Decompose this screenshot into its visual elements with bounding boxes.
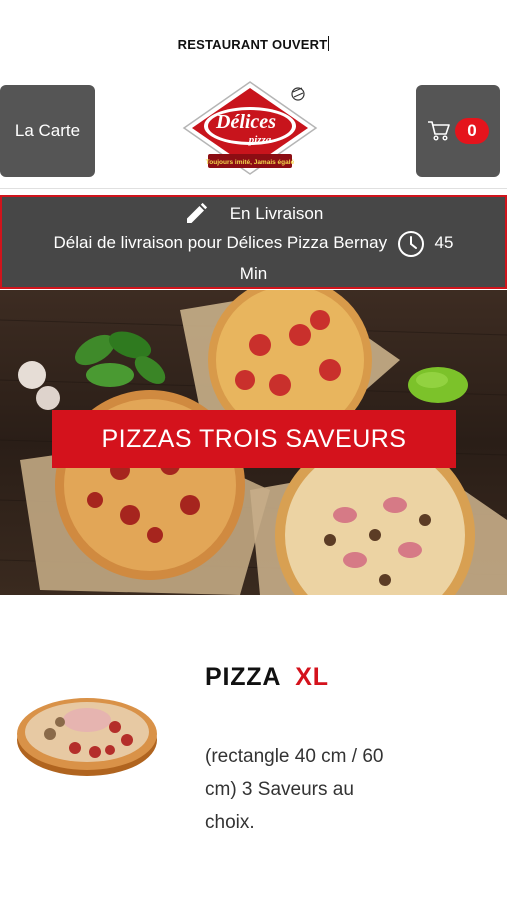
delivery-delay-text: Délai de livraison pour Délices Pizza Be…: [53, 233, 388, 252]
delices-pizza-logo[interactable]: Délices pizza Toujours imité, Jamais éga…: [180, 80, 320, 180]
product-title: PIZZA XL: [205, 663, 329, 692]
restaurant-status: RESTAURANT OUVERT: [0, 36, 507, 52]
delivery-mode: En Livraison: [229, 204, 324, 223]
menu-button-label: La Carte: [14, 121, 81, 140]
text-caret: [328, 36, 330, 51]
cart-icon: [428, 121, 450, 141]
hero-banner[interactable]: PIZZAS TROIS SAVEURS: [52, 410, 456, 468]
logo-sub: pizza: [248, 134, 272, 146]
product-size: XL: [295, 663, 329, 691]
basil-leaves: [75, 331, 166, 387]
green-pepper: [408, 367, 468, 403]
hero-banner-label: PIZZAS TROIS SAVEURS: [101, 424, 407, 453]
pencil-icon[interactable]: [184, 202, 208, 226]
header-divider: [0, 188, 507, 189]
product-name: PIZZA: [205, 663, 282, 691]
delivery-delay-value: 45: [434, 233, 454, 252]
restaurant-status-text: RESTAURANT OUVERT: [177, 37, 328, 52]
delivery-delay-unit: Min: [239, 263, 268, 283]
header: La Carte Délices pizza Toujours imité, J…: [0, 80, 507, 180]
clock-icon: [397, 230, 424, 257]
product-card[interactable]: PIZZA XL (rectangle 40 cm / 60 cm) 3 Save…: [0, 640, 507, 860]
logo-name: Délices: [215, 111, 276, 133]
product-description: (rectangle 40 cm / 60 cm) 3 Saveurs au c…: [205, 746, 384, 833]
delivery-info[interactable]: En Livraison Délai de livraison pour Dél…: [0, 195, 507, 289]
cart-count-badge: 0: [455, 118, 489, 144]
garlic: [18, 361, 60, 410]
logo-tagline: Toujours imité, Jamais égalé: [206, 159, 295, 166]
delivery-delay-unit-row: Min: [2, 259, 505, 288]
menu-button[interactable]: La Carte: [0, 85, 95, 177]
delivery-delay-row: Délai de livraison pour Délices Pizza Be…: [2, 228, 505, 259]
cart-button[interactable]: 0: [416, 85, 500, 177]
delivery-mode-row: En Livraison: [2, 199, 505, 228]
product-image[interactable]: [15, 682, 160, 782]
